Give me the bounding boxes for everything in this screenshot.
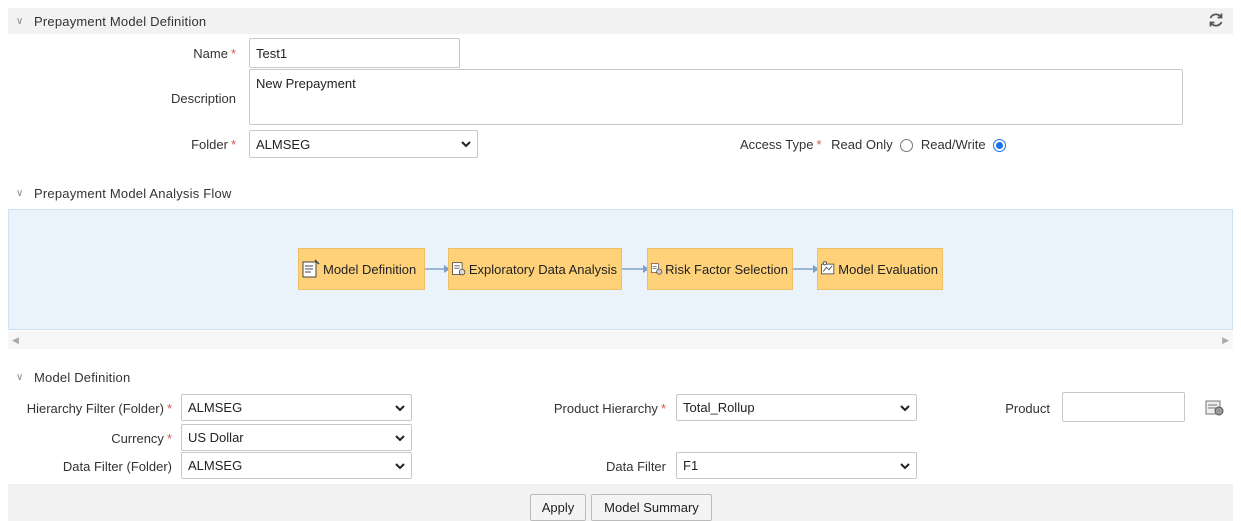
read-only-radio[interactable] bbox=[900, 139, 914, 153]
currency-select[interactable]: US Dollar bbox=[181, 424, 412, 451]
document-edit-icon bbox=[302, 259, 320, 278]
read-only-label: Read Only bbox=[831, 137, 893, 152]
flow-node-model-evaluation[interactable]: Model Evaluation bbox=[817, 248, 943, 290]
refresh-icon[interactable] bbox=[1207, 11, 1225, 29]
chevron-down-icon[interactable]: ∨ bbox=[16, 372, 28, 383]
chevron-down-icon bbox=[395, 404, 405, 411]
section-title: Prepayment Model Definition bbox=[34, 13, 207, 29]
name-input[interactable]: Test1 bbox=[249, 38, 460, 68]
data-filter-folder-label: Data Filter (Folder) bbox=[62, 459, 172, 474]
flow-connector bbox=[793, 265, 819, 273]
chevron-down-icon[interactable]: ∨ bbox=[16, 16, 28, 27]
chevron-down-icon[interactable]: ∨ bbox=[16, 188, 28, 199]
product-hierarchy-label: Product Hierarchy * bbox=[553, 401, 666, 416]
description-textarea[interactable]: New Prepayment bbox=[249, 69, 1183, 125]
chevron-down-icon bbox=[461, 141, 471, 148]
product-label: Product bbox=[1005, 401, 1050, 416]
model-evaluation-icon bbox=[821, 261, 835, 275]
product-hierarchy-select[interactable]: Total_Rollup bbox=[676, 394, 917, 421]
section-title: Prepayment Model Analysis Flow bbox=[34, 185, 232, 201]
folder-select[interactable]: ALMSEG bbox=[249, 130, 478, 158]
access-type-group: Access Type * Read Only Read/Write bbox=[740, 137, 1007, 153]
flow-node-model-definition[interactable]: Model Definition bbox=[298, 248, 425, 290]
analysis-flow-header[interactable]: ∨ Prepayment Model Analysis Flow bbox=[8, 180, 1233, 206]
flow-node-exploratory-data-analysis[interactable]: Exploratory Data Analysis bbox=[448, 248, 622, 290]
chevron-down-icon bbox=[395, 434, 405, 441]
chevron-down-icon bbox=[900, 404, 910, 411]
data-filter-folder-select[interactable]: ALMSEG bbox=[181, 452, 412, 479]
description-label: Description bbox=[170, 91, 236, 106]
section-title: Model Definition bbox=[34, 369, 131, 385]
horizontal-scrollbar[interactable]: ◀ ▶ bbox=[8, 331, 1233, 349]
hierarchy-filter-label: Hierarchy Filter (Folder) * bbox=[26, 401, 172, 416]
read-write-radio[interactable] bbox=[993, 139, 1007, 153]
name-label: Name * bbox=[193, 46, 236, 61]
risk-factor-icon bbox=[650, 263, 663, 275]
data-filter-select[interactable]: F1 bbox=[676, 452, 917, 479]
flow-connector bbox=[622, 265, 649, 273]
scroll-left-icon[interactable]: ◀ bbox=[12, 335, 19, 346]
product-browser-icon[interactable] bbox=[1205, 399, 1225, 417]
apply-button[interactable]: Apply bbox=[530, 494, 586, 521]
chevron-down-icon bbox=[900, 462, 910, 469]
chevron-down-icon bbox=[395, 462, 405, 469]
data-analysis-icon bbox=[452, 262, 466, 276]
analysis-flow-diagram: Model Definition Exploratory Data Analys… bbox=[8, 209, 1233, 330]
model-summary-button[interactable]: Model Summary bbox=[591, 494, 712, 521]
flow-node-risk-factor-selection[interactable]: Risk Factor Selection bbox=[647, 248, 793, 290]
data-filter-label: Data Filter bbox=[606, 459, 666, 474]
folder-label: Folder * bbox=[191, 137, 236, 152]
scroll-right-icon[interactable]: ▶ bbox=[1222, 335, 1229, 346]
product-input[interactable] bbox=[1062, 392, 1185, 422]
hierarchy-filter-select[interactable]: ALMSEG bbox=[181, 394, 412, 421]
flow-connector bbox=[425, 265, 450, 273]
currency-label: Currency * bbox=[111, 431, 172, 446]
prepayment-model-definition-header[interactable]: ∨ Prepayment Model Definition bbox=[8, 8, 1233, 34]
read-write-label: Read/Write bbox=[920, 137, 986, 152]
model-definition-header[interactable]: ∨ Model Definition bbox=[8, 364, 1233, 390]
